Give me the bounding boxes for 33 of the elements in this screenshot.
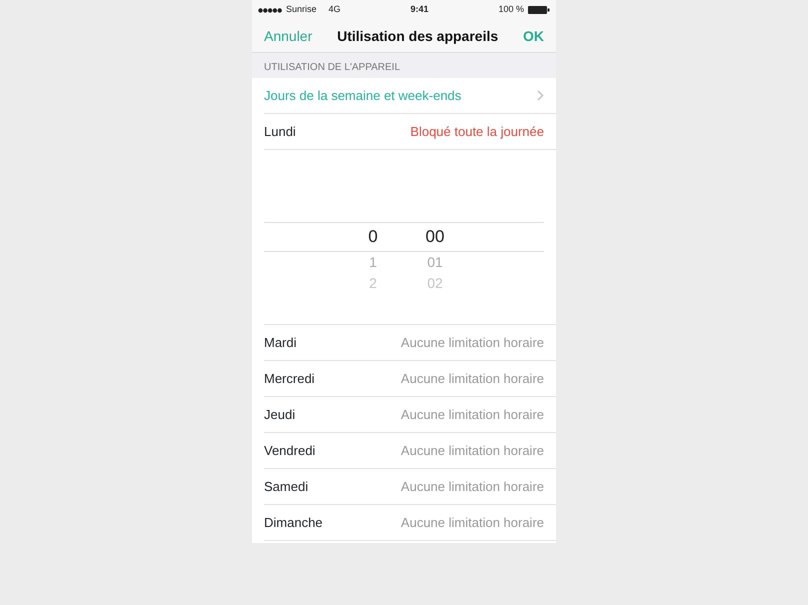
- picker-hour[interactable]: 0: [361, 224, 385, 250]
- day-status: Aucune limitation horaire: [400, 406, 544, 424]
- day-label: Vendredi: [264, 442, 316, 460]
- day-status: Aucune limitation horaire: [400, 514, 544, 532]
- chevron-icon: [537, 90, 544, 101]
- day-label: Dimanche: [264, 514, 323, 532]
- day-row[interactable]: Lundi Bloqué toute la journée: [264, 114, 556, 150]
- day-row[interactable]: Jeudi Aucune limitation horaire: [264, 397, 556, 433]
- day-status: Aucune limitation horaire: [400, 334, 544, 352]
- day-status: Bloqué toute la journée: [410, 122, 544, 141]
- picker-minute[interactable]: 00: [423, 224, 447, 250]
- day-label: Mercredi: [264, 370, 315, 388]
- day-status: Aucune limitation horaire: [400, 478, 544, 496]
- network-type: 4G: [328, 3, 341, 16]
- day-row[interactable]: Vendredi Aucune limitation horaire: [264, 433, 556, 469]
- day-status: Aucune limitation horaire: [400, 370, 544, 388]
- signal-icon: [258, 8, 282, 12]
- day-label: Samedi: [264, 478, 308, 496]
- day-row[interactable]: Dimanche Aucune limitation horaire: [264, 505, 556, 541]
- day-row[interactable]: Mercredi Aucune limitation horaire: [264, 361, 556, 397]
- screen-title: Utilisation des appareils: [337, 26, 498, 46]
- carrier-name: Sunrise: [286, 3, 317, 16]
- day-row[interactable]: Mardi Aucune limitation horaire: [264, 325, 556, 361]
- day-row[interactable]: Samedi Aucune limitation horaire: [264, 469, 556, 505]
- row-label: Jours de la semaine et week-ends: [264, 86, 462, 105]
- day-status: Aucune limitation horaire: [400, 442, 544, 460]
- clock: 9:41: [409, 3, 430, 16]
- day-label: Jeudi: [264, 406, 296, 424]
- battery-percent: 100 %: [498, 3, 524, 16]
- day-label: Lundi: [264, 122, 296, 141]
- battery-icon: [528, 6, 550, 14]
- section-header: UTILISATION DE L'APPAREIL: [252, 53, 556, 78]
- day-label: Mardi: [264, 334, 297, 352]
